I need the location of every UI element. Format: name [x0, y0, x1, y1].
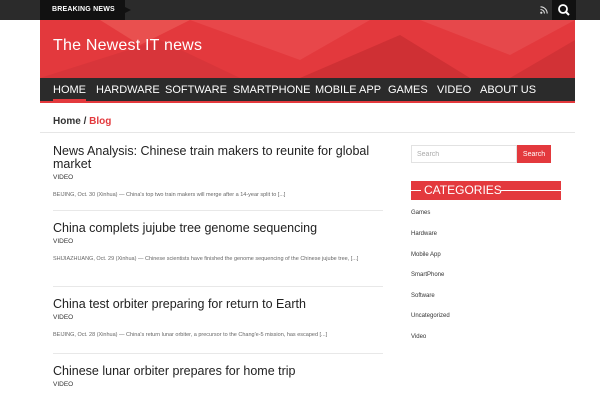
site-title[interactable]: The Newest IT news: [53, 37, 202, 55]
article-title[interactable]: Chinese lunar orbiter prepares for home …: [53, 365, 383, 378]
nav-item-about-us[interactable]: ABOUT US: [480, 78, 536, 101]
article-category[interactable]: VIDEO: [53, 381, 383, 388]
rss-icon[interactable]: [540, 6, 548, 14]
nav-item-mobile-app[interactable]: MOBILE APP: [315, 78, 381, 101]
category-link[interactable]: Mobile App: [411, 252, 441, 258]
article-category[interactable]: VIDEO: [53, 314, 383, 321]
category-link[interactable]: Uncategorized: [411, 313, 450, 319]
article-divider: [53, 210, 383, 211]
article-category[interactable]: VIDEO: [53, 174, 383, 181]
category-link[interactable]: Software: [411, 293, 435, 299]
breadcrumb-current: Blog: [89, 116, 112, 127]
divider: [40, 132, 575, 133]
article-title[interactable]: China test orbiter preparing for return …: [53, 298, 383, 311]
nav-item-home[interactable]: HOME: [53, 78, 86, 101]
breadcrumb-separator: /: [83, 116, 87, 127]
search-button[interactable]: Search: [517, 145, 551, 163]
nav-item-software[interactable]: SOFTWARE: [165, 78, 227, 101]
nav-item-hardware[interactable]: HARDWARE: [96, 78, 160, 101]
article-item: China complets jujube tree genome sequen…: [53, 222, 383, 264]
nav-item-video[interactable]: VIDEO: [437, 78, 471, 101]
site-header: The Newest IT news: [40, 20, 575, 78]
category-link[interactable]: Games: [411, 210, 430, 216]
article-excerpt: SHIJIAZHUANG, Oct. 29 (Xinhua) — Chinese…: [53, 256, 359, 262]
article-item: News Analysis: Chinese train makers to r…: [53, 145, 383, 200]
article-category[interactable]: VIDEO: [53, 238, 383, 245]
breadcrumb: Home / Blog: [53, 116, 111, 127]
nav-item-games[interactable]: GAMES: [388, 78, 428, 101]
search-icon: [558, 4, 570, 16]
search-toggle-button[interactable]: [552, 0, 576, 20]
breadcrumb-home[interactable]: Home: [53, 116, 81, 127]
article-title[interactable]: China complets jujube tree genome sequen…: [53, 222, 383, 235]
article-divider: [53, 353, 383, 354]
categories-title: CATEGORIES: [424, 183, 502, 197]
breaking-news-label: BREAKING NEWS: [40, 0, 131, 20]
article-excerpt: BEIJING, Oct. 30 (Xinhua) — China's top …: [53, 192, 286, 198]
main-nav: HOME HARDWARE SOFTWARE SMARTPHONE MOBILE…: [40, 78, 575, 103]
category-link[interactable]: Hardware: [411, 231, 437, 237]
article-item: Chinese lunar orbiter prepares for home …: [53, 365, 383, 389]
article-excerpt: BEIJING, Oct. 28 (Xinhua) — China's retu…: [53, 332, 328, 338]
article-item: China test orbiter preparing for return …: [53, 298, 383, 340]
top-bar: BREAKING NEWS: [0, 0, 600, 20]
search-input[interactable]: [411, 145, 517, 163]
article-title[interactable]: News Analysis: Chinese train makers to r…: [53, 145, 383, 171]
category-link[interactable]: SmartPhone: [411, 272, 444, 278]
nav-item-smartphone[interactable]: SMARTPHONE: [233, 78, 310, 101]
categories-header: CATEGORIES: [411, 181, 561, 200]
category-link[interactable]: Video: [411, 334, 426, 340]
article-divider: [53, 286, 383, 287]
